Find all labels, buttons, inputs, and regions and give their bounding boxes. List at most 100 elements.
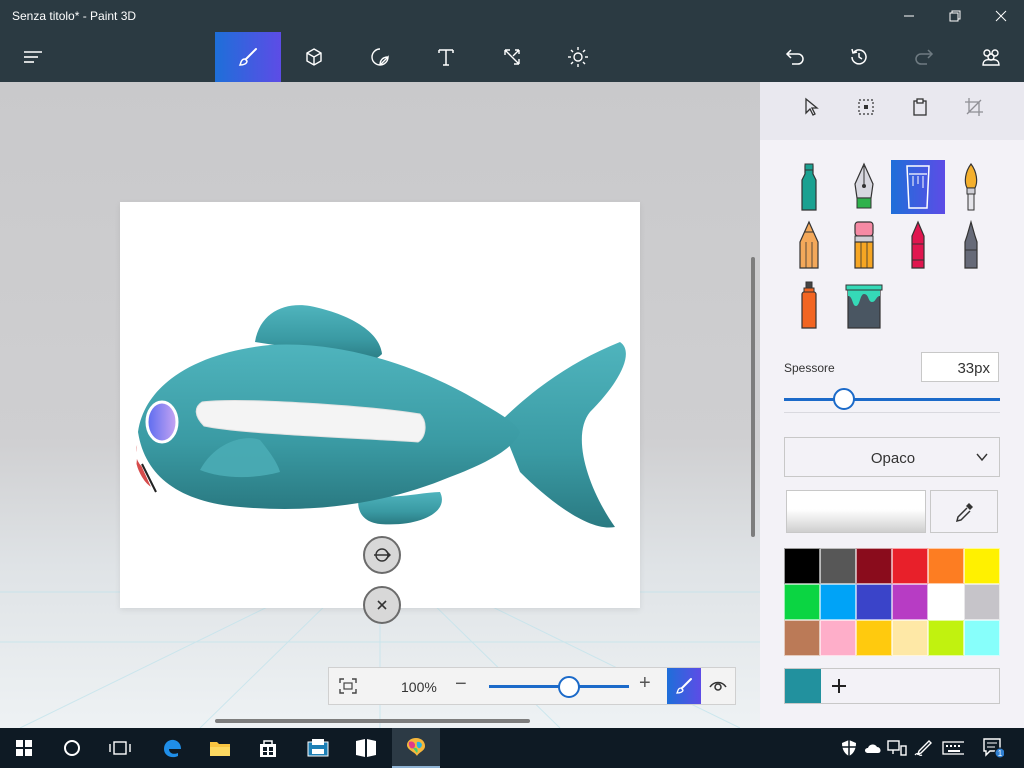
cortana-button[interactable] — [48, 728, 96, 768]
palette-swatch[interactable] — [784, 548, 820, 584]
start-button[interactable] — [0, 728, 48, 768]
notification-icon: 1 — [983, 738, 1004, 759]
calligraphy-pen-icon — [854, 162, 874, 209]
pen-icon — [914, 740, 932, 757]
brush-icon — [238, 48, 257, 66]
palette-swatch[interactable] — [964, 584, 1000, 620]
palette-swatch[interactable] — [856, 584, 892, 620]
undo-icon — [785, 49, 804, 65]
paint-mode-button[interactable] — [667, 668, 701, 704]
selection-tools — [760, 82, 1024, 140]
spray-can-button[interactable] — [782, 278, 836, 332]
restore-icon — [949, 10, 961, 22]
fit-to-screen-button[interactable] — [329, 668, 367, 704]
palette-swatch[interactable] — [964, 548, 1000, 584]
rotate-icon — [374, 548, 391, 562]
taskbar-app-fax[interactable] — [294, 728, 342, 768]
palette-swatch[interactable] — [820, 620, 856, 656]
custom-color-row — [784, 668, 1000, 704]
minimize-button[interactable] — [886, 0, 932, 32]
palette-swatch[interactable] — [892, 584, 928, 620]
vertical-scrollbar[interactable] — [751, 257, 755, 537]
community-icon — [982, 49, 1000, 66]
taskbar-store[interactable] — [244, 728, 292, 768]
redo-button[interactable] — [892, 32, 958, 82]
finish-dropdown[interactable]: Opaco — [784, 437, 1000, 477]
pen-workspace-tray-icon[interactable] — [912, 737, 934, 759]
restore-button[interactable] — [932, 0, 978, 32]
palette-swatch[interactable] — [784, 584, 820, 620]
custom-color-swatch[interactable] — [785, 669, 821, 703]
marker-brush-button[interactable] — [782, 160, 836, 214]
action-center-tray-icon[interactable]: 1 — [982, 737, 1004, 759]
palette-swatch[interactable] — [856, 548, 892, 584]
palette-swatch[interactable] — [928, 620, 964, 656]
finish-value: Opaco — [870, 450, 916, 467]
zoom-in-button[interactable]: + — [639, 672, 651, 695]
rotate-button[interactable] — [363, 536, 401, 574]
taskbar-edge[interactable] — [148, 728, 196, 768]
add-color-button[interactable] — [821, 669, 857, 703]
menu-button[interactable] — [0, 32, 66, 82]
community-button[interactable] — [958, 32, 1024, 82]
crayon-brush-button[interactable] — [891, 218, 945, 272]
zoom-slider-thumb[interactable] — [558, 676, 580, 698]
taskbar-file-explorer[interactable] — [196, 728, 244, 768]
thickness-input[interactable]: 33px — [921, 352, 999, 382]
fill-bucket-button[interactable] — [837, 278, 891, 332]
palette-swatch[interactable] — [820, 548, 856, 584]
calligraphy-pen-button[interactable] — [837, 160, 891, 214]
crop-button[interactable] — [959, 92, 989, 122]
tab-brushes[interactable] — [215, 32, 281, 82]
eyedropper-icon — [955, 502, 973, 522]
paint3d-logo-icon — [407, 738, 425, 756]
fit-screen-icon — [339, 678, 357, 694]
palette-swatch[interactable] — [784, 620, 820, 656]
undo-button[interactable] — [761, 32, 827, 82]
onedrive-tray-icon[interactable] — [862, 737, 884, 759]
eraser-brush-button[interactable] — [837, 218, 891, 272]
close-button[interactable] — [978, 0, 1024, 32]
zoom-out-button[interactable]: − — [455, 673, 467, 696]
select-tool-button[interactable] — [796, 92, 826, 122]
window-title: Senza titolo* - Paint 3D — [12, 9, 137, 23]
task-view-button[interactable] — [96, 728, 144, 768]
palette-swatch[interactable] — [856, 620, 892, 656]
magic-select-button[interactable] — [851, 92, 881, 122]
task-view-icon — [109, 741, 131, 755]
horizontal-scrollbar[interactable] — [215, 719, 530, 723]
edge-icon — [164, 739, 181, 758]
close-icon — [995, 10, 1007, 22]
tab-effects[interactable] — [545, 32, 611, 82]
taskbar-app-book[interactable] — [342, 728, 390, 768]
tab-text[interactable] — [413, 32, 479, 82]
tab-stickers[interactable] — [347, 32, 413, 82]
network-tray-icon[interactable] — [886, 737, 908, 759]
spray-can-icon — [801, 281, 817, 329]
palette-swatch[interactable] — [964, 620, 1000, 656]
tab-canvas[interactable] — [479, 32, 545, 82]
watercolor-brush-button[interactable] — [944, 160, 998, 214]
thickness-slider[interactable] — [784, 398, 1000, 401]
palette-swatch[interactable] — [820, 584, 856, 620]
keyboard-tray-icon[interactable] — [942, 737, 964, 759]
thickness-slider-thumb[interactable] — [833, 388, 856, 410]
palette-swatch[interactable] — [928, 548, 964, 584]
taskbar-paint3d[interactable] — [392, 728, 440, 768]
view-3d-button[interactable] — [701, 668, 735, 704]
palette-swatch[interactable] — [928, 584, 964, 620]
pencil-brush-button[interactable] — [782, 218, 836, 272]
defender-tray-icon[interactable] — [838, 737, 860, 759]
paste-button[interactable] — [905, 92, 935, 122]
eyedropper-button[interactable] — [930, 490, 998, 533]
palette-swatch[interactable] — [892, 548, 928, 584]
history-button[interactable] — [826, 32, 892, 82]
pixel-pen-button[interactable] — [944, 218, 998, 272]
minimize-icon — [904, 15, 914, 17]
tab-3d-shapes[interactable] — [281, 32, 347, 82]
palette-swatch[interactable] — [892, 620, 928, 656]
redo-icon — [915, 49, 934, 65]
delete-selection-button[interactable] — [363, 586, 401, 624]
oil-brush-button[interactable] — [891, 160, 945, 214]
cursor-icon — [805, 97, 819, 116]
